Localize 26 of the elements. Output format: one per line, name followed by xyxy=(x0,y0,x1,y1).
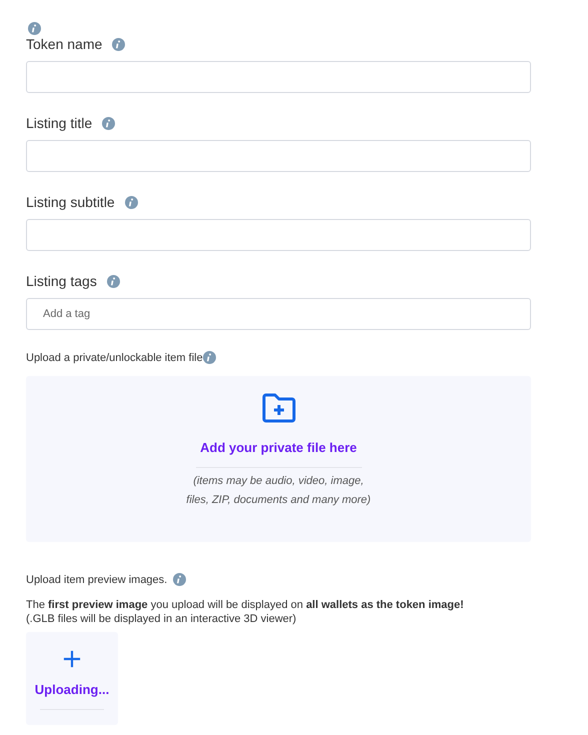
info-icon xyxy=(106,274,120,288)
upload-tile[interactable]: Uploading... xyxy=(26,632,118,725)
info-icon xyxy=(173,573,186,586)
folder-plus-icon xyxy=(260,392,296,424)
file-dropzone[interactable]: Add your private file here (items may be audio, video, image, files, ZIP, documents and many more) xyxy=(26,376,531,542)
field-label: Listing title xyxy=(26,115,92,131)
upload-status: Uploading... xyxy=(34,682,110,697)
preview-description: The first preview image you upload will be displayed on all wallets as the token image! xyxy=(26,598,465,612)
text-field[interactable] xyxy=(26,219,531,251)
preview-note: (.GLB files will be displayed in an interactive 3D viewer) xyxy=(26,612,298,626)
dropzone-title: Add your private file here xyxy=(200,440,357,455)
dropzone-note: (items may be audio, video, image, files, ZIP, documents and many more) xyxy=(185,474,372,508)
info-icon xyxy=(112,38,126,50)
text-field[interactable]: Add a tag xyxy=(26,298,531,330)
field-label: Listing subtitle xyxy=(26,194,115,210)
field-label: Listing tags xyxy=(26,273,97,289)
text-field[interactable] xyxy=(26,140,531,172)
info-icon xyxy=(102,116,116,130)
field-label: Token name xyxy=(26,36,102,52)
info-icon xyxy=(202,351,216,364)
info-icon xyxy=(124,196,138,208)
info-icon xyxy=(28,22,41,35)
section-label: Upload item preview images. xyxy=(26,574,168,586)
plus-icon xyxy=(63,650,81,668)
section-label: Upload a private/unlockable item file xyxy=(26,352,203,364)
text-field[interactable] xyxy=(26,61,531,93)
